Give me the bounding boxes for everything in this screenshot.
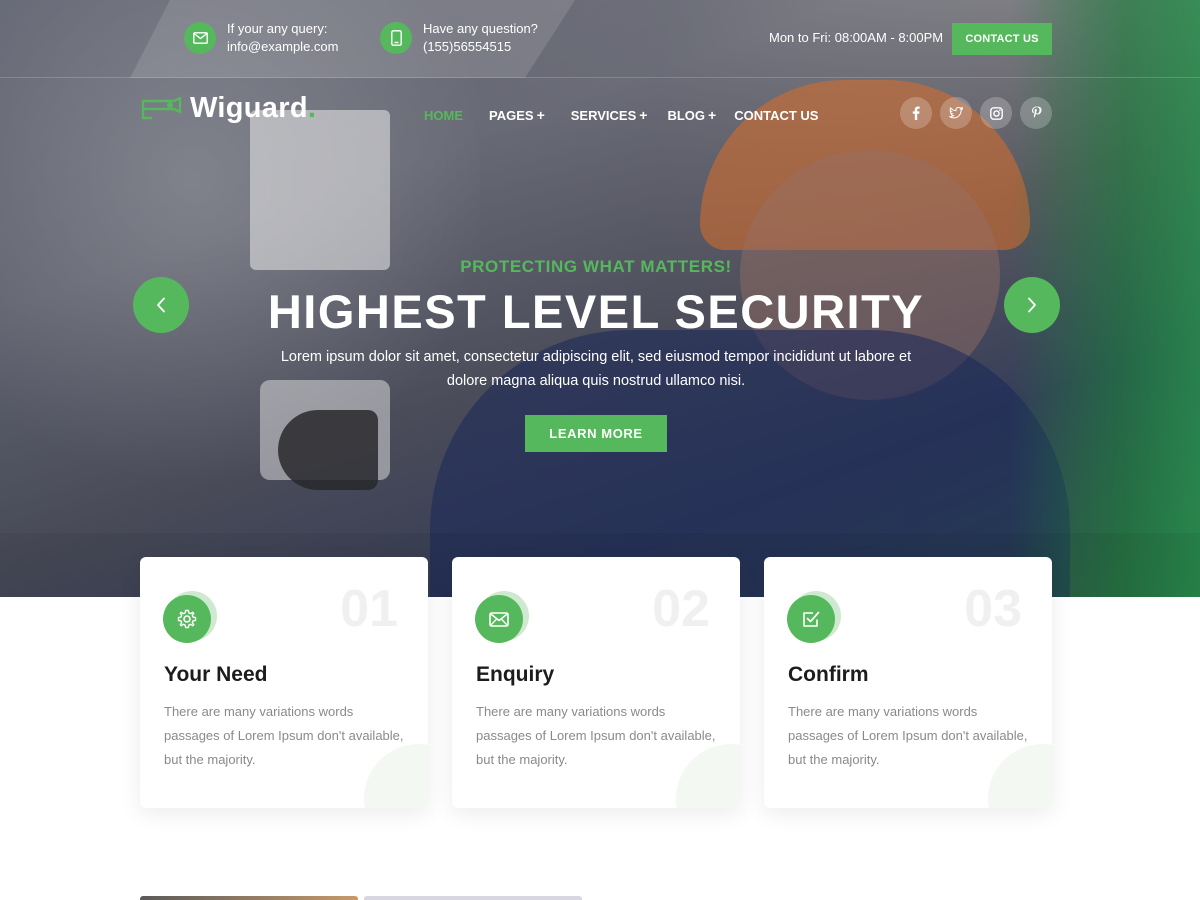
brand-dot: .	[307, 92, 317, 124]
phone-label: Have any question?	[423, 21, 538, 36]
mail-icon	[475, 595, 523, 643]
contact-us-button[interactable]: CONTACT US	[952, 23, 1052, 55]
hero-kicker: PROTECTING WHAT MATTERS!	[460, 257, 732, 276]
camera-logo-icon	[141, 96, 182, 119]
step-title: Confirm	[788, 663, 869, 686]
step-description: There are many variations words passages…	[788, 704, 1028, 767]
brand-logo[interactable]: Wiguard.	[140, 92, 316, 125]
opening-hours: Mon to Fri: 08:00AM - 8:00PM	[769, 30, 944, 45]
slider-next-button[interactable]	[1004, 277, 1060, 333]
phone-value[interactable]: (155)56554515	[423, 38, 538, 56]
step-title: Enquiry	[476, 663, 555, 686]
chevron-left-icon	[157, 297, 165, 313]
hero-camera-box	[250, 110, 390, 270]
step-icon-wrap	[475, 591, 529, 645]
pinterest-icon[interactable]	[1020, 97, 1052, 129]
hero-subtext: Lorem ipsum dolor sit amet, consectetur …	[280, 349, 912, 389]
step-description: There are many variations words passages…	[164, 704, 404, 767]
facebook-icon[interactable]	[900, 97, 932, 129]
brand-name: Wiguard.	[190, 92, 317, 124]
step-number: 01	[340, 580, 398, 638]
step-description: There are many variations words passages…	[476, 704, 716, 767]
envelope-icon	[184, 22, 216, 54]
email-label: If your any query:	[227, 21, 328, 36]
nav-pages[interactable]: PAGES +	[489, 107, 545, 123]
social-links	[900, 97, 1060, 129]
step-card: 03 Confirm There are many variations wor…	[764, 557, 1052, 808]
learn-more-button[interactable]: LEARN MORE	[525, 415, 667, 452]
main-nav: HOME PAGES + SERVICES + BLOG + CONTACT US	[424, 107, 844, 123]
plus-icon: +	[708, 107, 717, 123]
step-number: 03	[964, 580, 1022, 638]
nav-services[interactable]: SERVICES +	[571, 107, 648, 123]
top-bar: If your any query: info@example.com Have…	[0, 0, 1200, 78]
step-icon-wrap	[787, 591, 841, 645]
step-card: 01 Your Need There are many variations w…	[140, 557, 428, 808]
chevron-right-icon	[1028, 297, 1036, 313]
nav-blog[interactable]: BLOG +	[667, 107, 716, 123]
phone-icon	[380, 22, 412, 54]
nav-home[interactable]: HOME	[424, 107, 463, 123]
step-card: 02 Enquiry There are many variations wor…	[452, 557, 740, 808]
email-value[interactable]: info@example.com	[227, 38, 338, 56]
hero-camera-lens	[278, 410, 378, 490]
next-section-image	[364, 896, 582, 900]
nav-contact-us[interactable]: CONTACT US	[734, 107, 818, 123]
phone-info: Have any question? (155)56554515	[380, 20, 538, 56]
step-number: 02	[652, 580, 710, 638]
instagram-icon[interactable]	[980, 97, 1012, 129]
step-title: Your Need	[164, 663, 268, 686]
checkbox-icon	[787, 595, 835, 643]
gear-icon	[163, 595, 211, 643]
twitter-icon[interactable]	[940, 97, 972, 129]
slider-prev-button[interactable]	[133, 277, 189, 333]
step-icon-wrap	[163, 591, 217, 645]
email-info: If your any query: info@example.com	[184, 20, 338, 56]
plus-icon: +	[639, 107, 648, 123]
next-section-image	[140, 896, 358, 900]
plus-icon: +	[536, 107, 545, 123]
